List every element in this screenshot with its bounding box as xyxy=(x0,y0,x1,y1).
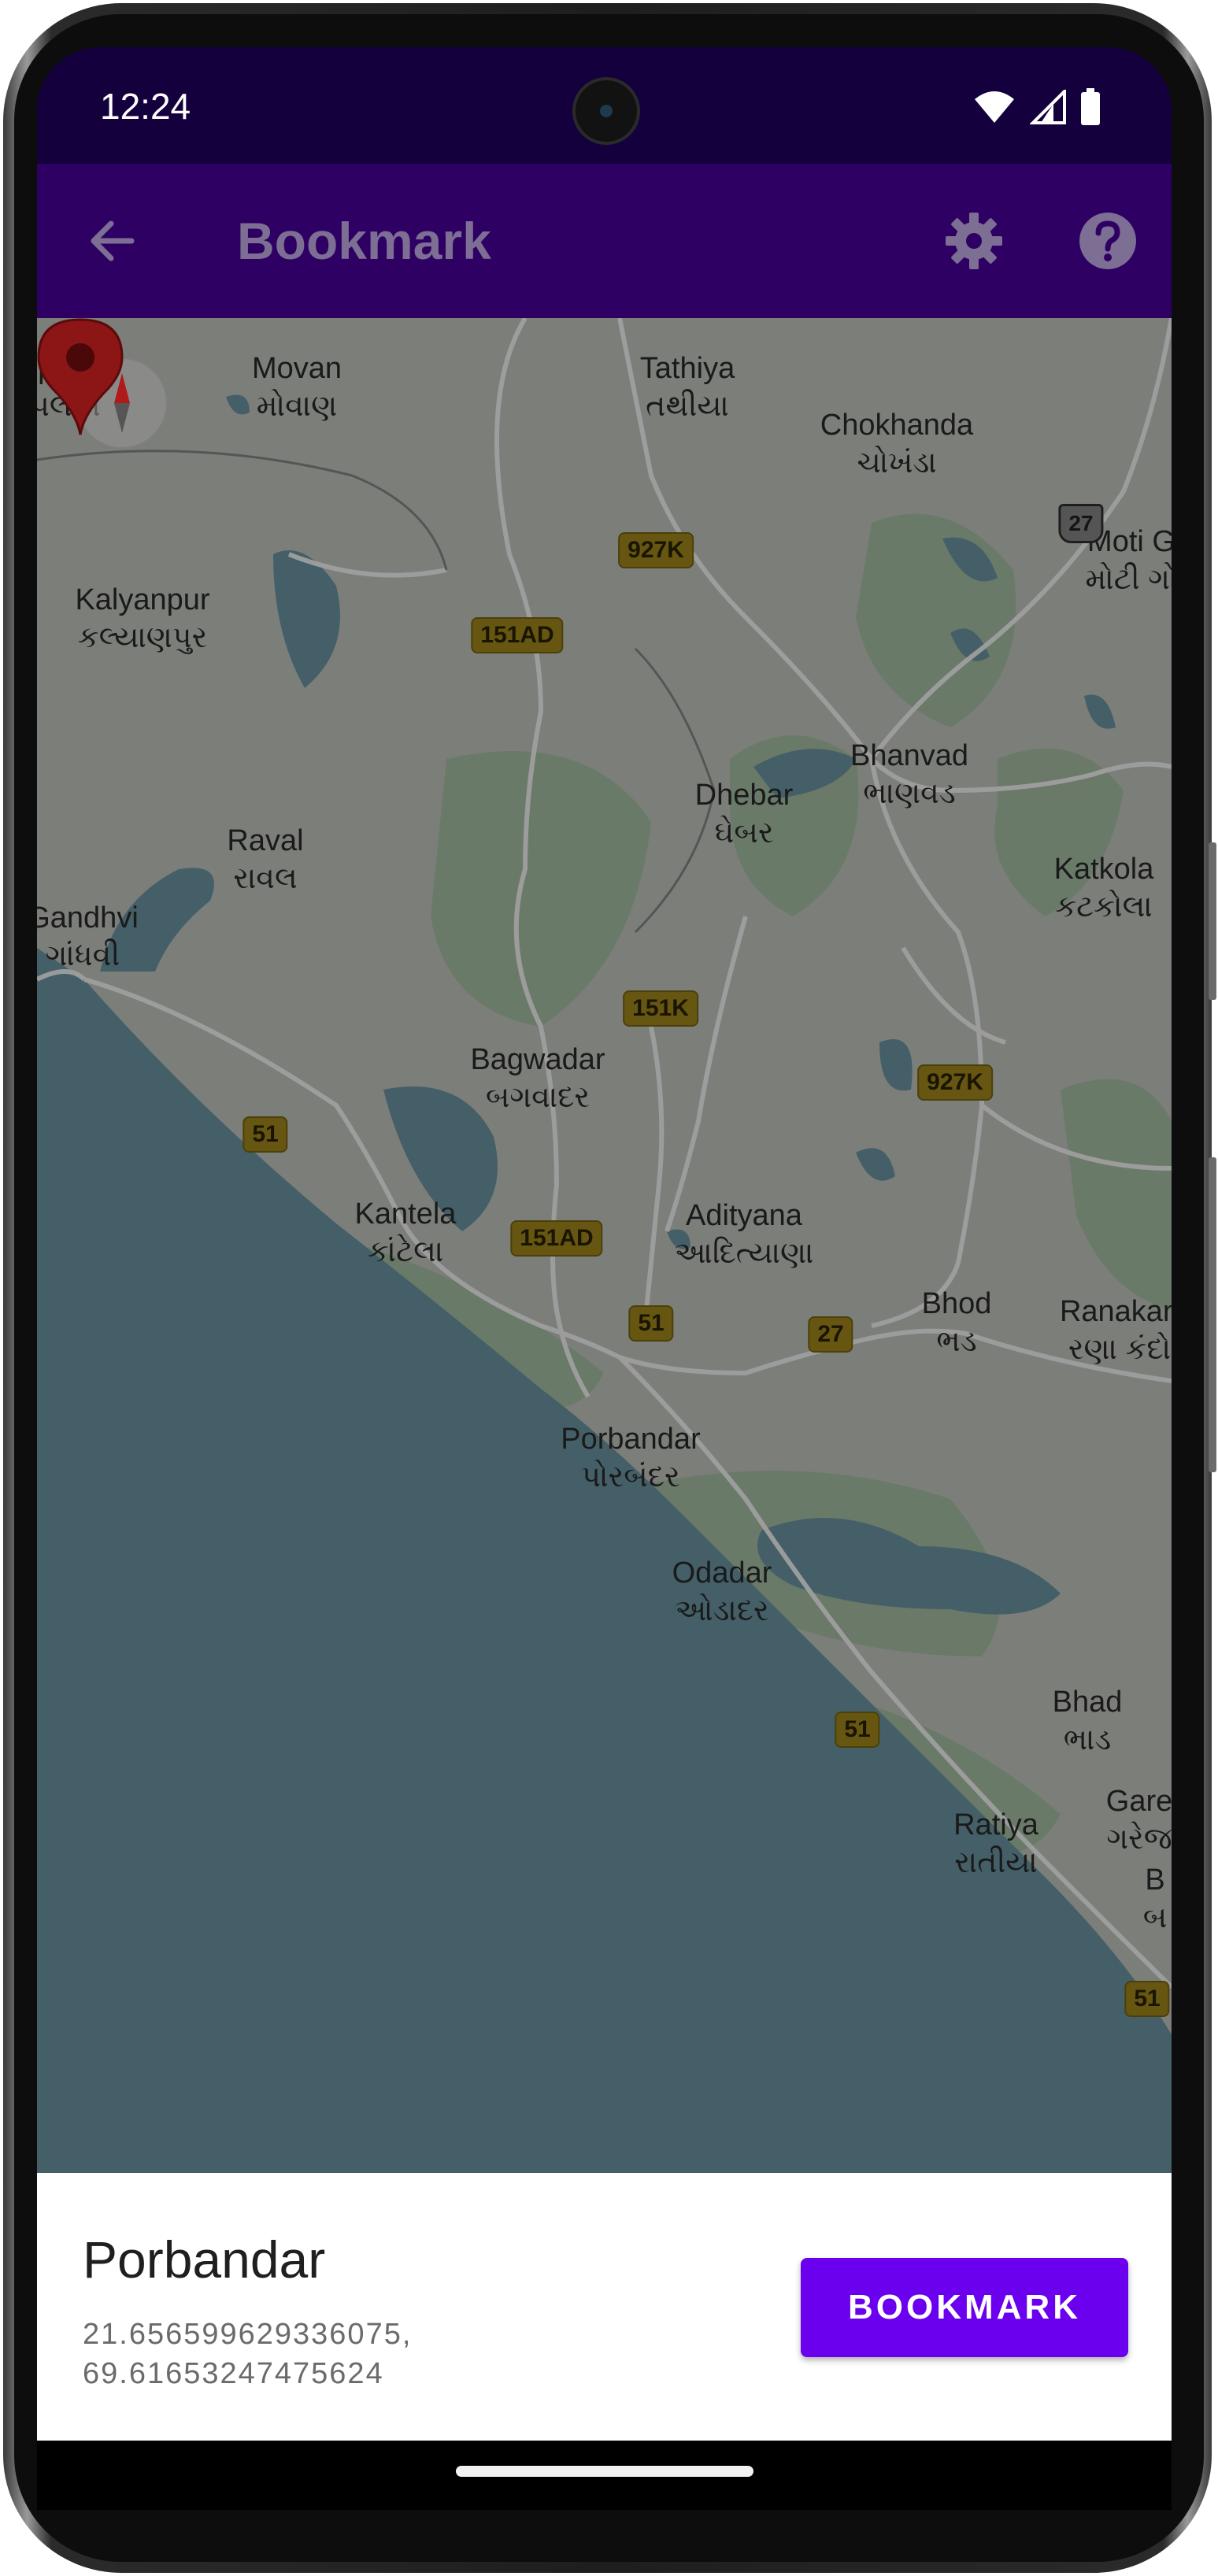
map-label-bhod: Bhod ભડ xyxy=(921,1287,992,1358)
map-label-chokhanda: Chokhanda ચોખંડા xyxy=(820,409,974,479)
map-label-kalyanpur: Kalyanpur કલ્યાણપુર xyxy=(75,583,210,654)
map-label-adityana: Adityana આદિત્યાણા xyxy=(674,1199,814,1270)
app-bar: Bookmark xyxy=(37,164,1172,318)
page-title: Bookmark xyxy=(237,212,491,270)
road-shield: 51 xyxy=(242,1116,288,1153)
battery-icon xyxy=(1081,88,1100,125)
coordinates-latitude: 21.656599629336075, xyxy=(83,2318,413,2351)
map-label-movan: Movan મોવાણ xyxy=(251,352,342,423)
status-time: 12:24 xyxy=(100,86,191,127)
map-label-katkola: Katkola કટકોલા xyxy=(1053,853,1154,923)
map-label-bhanvad: Bhanvad ભાણવડ xyxy=(850,739,969,810)
map-label-bhad: Bhad ભાડ xyxy=(1052,1686,1123,1756)
place-name: Porbandar xyxy=(83,2230,326,2289)
road-shield: 927K xyxy=(917,1064,993,1101)
map-label-kantela: Kantela કાંટેલા xyxy=(354,1197,457,1268)
road-shield: 151AD xyxy=(510,1220,603,1257)
coordinates-longitude: 69.61653247475624 xyxy=(83,2357,384,2390)
status-icons xyxy=(973,88,1101,126)
volume-button xyxy=(1209,842,1216,1000)
map-label-porbandar: Porbandar પોરબંદર xyxy=(561,1423,701,1493)
map-label-gare: Gare ગરેજ xyxy=(1105,1785,1172,1856)
road-shield: 51 xyxy=(1124,1981,1170,2017)
map-label-tathiya: Tathiya તથીયા xyxy=(639,352,735,423)
map-label-raval: Raval રાવલ xyxy=(227,824,304,895)
road-shield: 51 xyxy=(628,1305,674,1342)
navigation-bar xyxy=(37,2441,1172,2510)
status-bar: 12:24 xyxy=(37,47,1172,164)
arrow-back-icon[interactable] xyxy=(84,213,141,269)
map-label-bagwadar: Bagwadar બગવાદર xyxy=(470,1043,605,1114)
coordinates: 21.656599629336075, 69.61653247475624 xyxy=(83,2315,412,2393)
map-label-ratiya: Ratiya રાતીયા xyxy=(953,1808,1038,1879)
highway-shield: 27 xyxy=(1058,504,1104,543)
road-shield: 51 xyxy=(835,1712,880,1748)
wifi-icon xyxy=(975,91,1014,123)
map-label-gandhvi: Gandhvi ગાંધવી xyxy=(37,901,139,972)
help-circle-icon[interactable] xyxy=(1076,209,1139,272)
cellular-signal-icon xyxy=(1030,90,1066,124)
map-view[interactable]: Movan મોવાણ Tathiya તથીયા Chokhanda ચોખંડા … xyxy=(37,318,1172,2173)
front-camera xyxy=(572,77,640,145)
phone-frame: 12:24 Bookmark Movan મોવાણ Tathiya તથીયા… xyxy=(0,0,1218,2576)
map-label-ranakan: Ranakan રણા કંદો xyxy=(1059,1295,1172,1366)
place-bottom-sheet: Porbandar 21.656599629336075, 69.6165324… xyxy=(37,2173,1172,2441)
road-shield: 927K xyxy=(618,532,694,568)
power-button xyxy=(1209,1157,1216,1472)
road-shield: 151K xyxy=(623,990,698,1027)
bookmark-button[interactable]: BOOKMARK xyxy=(801,2258,1128,2357)
gear-icon[interactable] xyxy=(942,209,1005,272)
road-shield: 151AD xyxy=(471,617,564,653)
road-shield: 27 xyxy=(808,1316,853,1353)
map-label-b: Bબ xyxy=(1142,1864,1168,1934)
map-label-dhebar: Dhebar ઘેબર xyxy=(694,779,794,849)
home-indicator[interactable] xyxy=(456,2466,753,2477)
location-pin-icon[interactable] xyxy=(37,318,124,436)
screen: 12:24 Bookmark Movan મોવાણ Tathiya તથીયા… xyxy=(37,47,1172,2510)
map-label-odadar: Odadar ઓડાદર xyxy=(672,1556,772,1627)
